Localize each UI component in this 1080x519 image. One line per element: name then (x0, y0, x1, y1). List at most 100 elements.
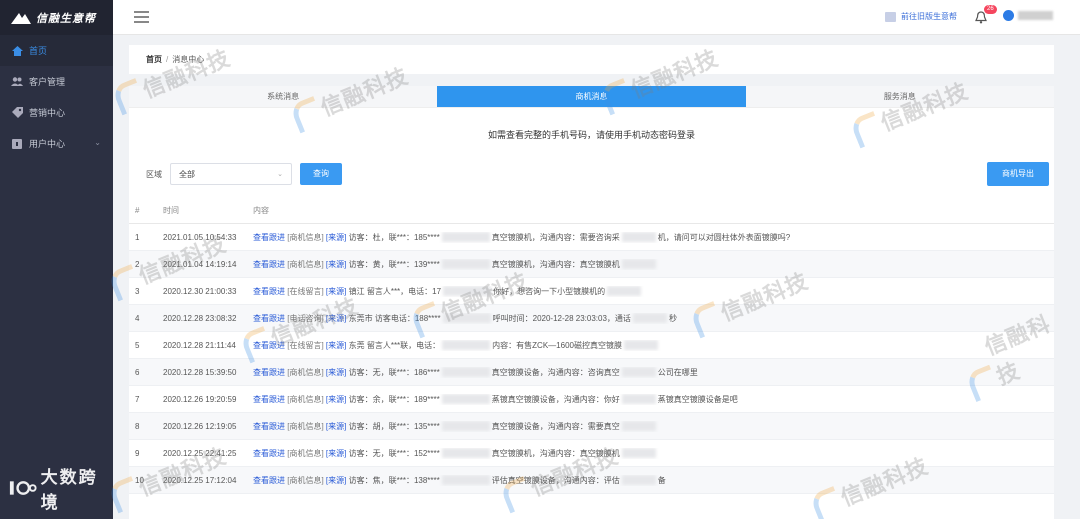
message-text-b: 真空镀膜机，沟通内容：真空镀膜机 (491, 259, 620, 269)
tab-business-messages[interactable]: 商机消息 (437, 86, 746, 107)
view-followup-link[interactable]: 查看跟进 (253, 422, 285, 431)
message-text-b: 真空镀膜设备，沟通内容：咨询真空 (491, 367, 620, 377)
sidebar-item-label: 营销中心 (29, 108, 66, 118)
table-row: 4 2020.12.28 23:08:32 查看跟进 [电话咨询] [来源] 东莞市… (129, 305, 1054, 332)
redacted-block (621, 232, 656, 243)
region-select-value: 全部 (179, 169, 195, 179)
redacted-block (441, 367, 490, 378)
message-text-a: 访客：胡，联***：135**** (348, 421, 440, 431)
row-number: 10 (135, 475, 144, 485)
redacted-block (632, 313, 667, 324)
sidebar-item-user-center[interactable]: 用户中心 ⌄ (0, 128, 113, 159)
source-link[interactable]: [来源] (326, 476, 346, 485)
logo[interactable]: 信融生意帮 (0, 0, 113, 35)
view-followup-link[interactable]: 查看跟进 (253, 287, 285, 296)
sidebar-item-customers[interactable]: 客户管理 (0, 66, 113, 97)
chevron-down-icon: ⌄ (94, 138, 101, 147)
export-button[interactable]: 商机导出 (987, 162, 1049, 186)
row-content: 查看跟进 [商机信息] [来源] 访客：无，联***：152**** 真空镀膜机，… (247, 448, 1054, 459)
source-link[interactable]: [来源] (326, 314, 346, 323)
view-followup-link[interactable]: 查看跟进 (253, 368, 285, 377)
logo-mark-icon (11, 12, 31, 24)
view-followup-link[interactable]: 查看跟进 (253, 341, 285, 350)
table-row: 8 2020.12.26 12:19:05 查看跟进 [商机信息] [来源] 访客：… (129, 413, 1054, 440)
brand-mark-icon (9, 481, 37, 495)
redacted-block (621, 367, 656, 378)
sidebar-item-label: 用户中心 (29, 139, 66, 149)
source-link[interactable]: [来源] (326, 287, 346, 296)
redacted-block (623, 340, 658, 351)
message-card: 系统消息 商机消息 服务消息 如需查看完整的手机号码，请使用手机动态密码登录 区… (129, 86, 1054, 519)
chevron-down-icon: ⌄ (277, 171, 283, 178)
old-version-link-label: 前往旧版生意帮 (901, 12, 957, 21)
redacted-block (441, 394, 490, 405)
row-content: 查看跟进 [商机信息] [来源] 访客：黄，联***：139**** 真空镀膜机，… (247, 259, 1054, 270)
column-header: 时间 (163, 206, 179, 215)
row-time: 2021.01.05 10:54:33 (163, 232, 237, 242)
table-header: # 时间 内容 (129, 198, 1054, 224)
redacted-block (621, 448, 656, 459)
row-time: 2021.01.04 14:19:14 (163, 259, 237, 269)
topbar: 前往旧版生意帮 26 (113, 0, 1080, 35)
source-link[interactable]: [来源] (326, 368, 346, 377)
row-time: 2020.12.28 23:08:32 (163, 313, 237, 323)
monitor-icon (885, 11, 896, 22)
redacted-block (441, 421, 490, 432)
breadcrumb-home[interactable]: 首页 (146, 54, 162, 65)
row-content: 查看跟进 [电话咨询] [来源] 东莞市 访客电话：188**** 呼叫时间：20… (247, 313, 1054, 324)
tabs: 系统消息 商机消息 服务消息 (129, 86, 1054, 108)
redacted-block (621, 421, 656, 432)
message-text-c: 秒 (668, 313, 677, 323)
message-text-c: 公司在哪里 (657, 367, 698, 377)
table-row: 1 2021.01.05 10:54:33 查看跟进 [商机信息] [来源] 访客：… (129, 224, 1054, 251)
sidebar-item-marketing[interactable]: 营销中心 (0, 97, 113, 128)
user-menu[interactable] (1003, 10, 1053, 21)
view-followup-link[interactable]: 查看跟进 (253, 233, 285, 242)
table-row: 5 2020.12.28 21:11:44 查看跟进 [在线留言] [来源] 东莞 … (129, 332, 1054, 359)
source-link[interactable]: [来源] (326, 260, 346, 269)
tag-icon (11, 107, 23, 119)
view-followup-link[interactable]: 查看跟进 (253, 476, 285, 485)
footer-brand: 大数跨境 (8, 463, 113, 513)
menu-toggle-icon[interactable] (134, 11, 149, 23)
source-link[interactable]: [来源] (326, 449, 346, 458)
row-time: 2020.12.28 21:11:44 (163, 340, 236, 350)
message-type: [电话咨询] (287, 313, 324, 323)
view-followup-link[interactable]: 查看跟进 (253, 314, 285, 323)
message-text-a: 东莞市 访客电话：188**** (348, 313, 441, 323)
logo-text: 信融生意帮 (36, 12, 96, 25)
breadcrumb: 首页 / 消息中心 (129, 45, 1054, 74)
view-followup-link[interactable]: 查看跟进 (253, 395, 285, 404)
source-link[interactable]: [来源] (326, 341, 346, 350)
users-icon (11, 76, 23, 88)
search-button[interactable]: 查询 (300, 163, 342, 185)
row-number: 1 (135, 232, 140, 242)
table-row: 3 2020.12.30 21:00:33 查看跟进 [在线留言] [来源] 镇江 … (129, 278, 1054, 305)
source-link[interactable]: [来源] (326, 395, 346, 404)
old-version-link[interactable]: 前往旧版生意帮 (885, 11, 957, 22)
view-followup-link[interactable]: 查看跟进 (253, 449, 285, 458)
source-link[interactable]: [来源] (326, 422, 346, 431)
source-link[interactable]: [来源] (326, 233, 346, 242)
user-card-icon (11, 138, 23, 150)
message-type: [商机信息] (287, 421, 324, 431)
message-text-a: 访客：黄，联***：139**** (348, 259, 440, 269)
message-text-a: 访客：杜，联***：185**** (348, 232, 440, 242)
redacted-block (621, 394, 656, 405)
message-text-c: 备 (657, 475, 666, 485)
row-time: 2020.12.25 22:41:25 (163, 448, 237, 458)
message-type: [商机信息] (287, 475, 324, 485)
message-text-b: 蒸镀真空镀膜设备，沟通内容：你好 (491, 394, 620, 404)
tab-system-messages[interactable]: 系统消息 (129, 86, 437, 107)
tab-service-messages[interactable]: 服务消息 (746, 86, 1054, 107)
row-number: 8 (135, 421, 140, 431)
view-followup-link[interactable]: 查看跟进 (253, 260, 285, 269)
message-type: [在线留言] (287, 286, 324, 296)
row-content: 查看跟进 [在线留言] [来源] 东莞 留言人***联，电话： 内容：有售ZCK—… (247, 340, 1054, 351)
message-text-a: 访客：无，联***：152**** (348, 448, 440, 458)
region-select[interactable]: 全部 ⌄ (170, 163, 292, 185)
message-text-b: 真空镀膜设备，沟通内容：需要真空 (491, 421, 620, 431)
footer-brand-text: 大数跨境 (40, 468, 98, 512)
avatar (1003, 10, 1014, 21)
sidebar-item-home[interactable]: 首页 (0, 35, 113, 66)
